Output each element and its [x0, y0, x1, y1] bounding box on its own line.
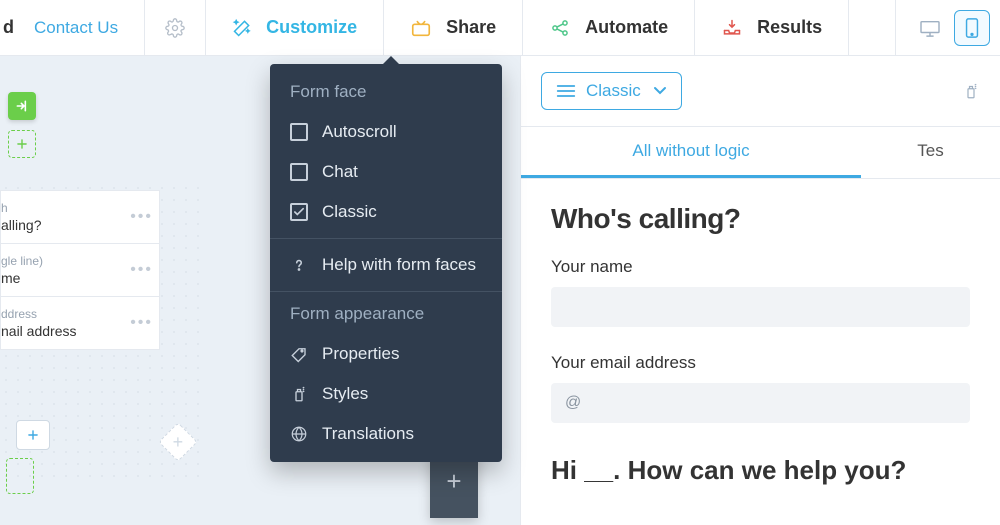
- form-name-truncated: d: [0, 17, 18, 38]
- help-icon: [290, 256, 308, 274]
- block-card[interactable]: h alling? •••: [0, 190, 160, 244]
- tab-customize[interactable]: Customize: [206, 0, 384, 55]
- form-subheading: Hi __. How can we help you?: [551, 455, 970, 486]
- broadcast-icon: [410, 18, 432, 38]
- add-branch-button[interactable]: +: [158, 422, 198, 462]
- form-heading: Who's calling?: [551, 203, 970, 235]
- dropdown-item-label: Translations: [322, 424, 414, 444]
- add-node-button-2[interactable]: [6, 458, 34, 494]
- dropdown-item-label: Autoscroll: [322, 122, 397, 142]
- tab-share-label: Share: [446, 17, 496, 38]
- dropdown-item-label: Classic: [322, 202, 377, 222]
- checkbox-checked-icon: [290, 203, 308, 221]
- dropdown-item-properties[interactable]: Properties: [270, 334, 502, 374]
- block-menu-icon[interactable]: •••: [130, 314, 153, 332]
- dropdown-item-translations[interactable]: Translations: [270, 414, 502, 454]
- tab-automate-label: Automate: [585, 17, 668, 38]
- mode-dropdown-button[interactable]: Classic: [541, 72, 682, 110]
- block-type: ddress: [1, 307, 151, 321]
- email-input[interactable]: [551, 383, 970, 423]
- preview-pane: Classic All without logic Tes Who's call…: [520, 56, 1000, 525]
- builder-canvas: h alling? ••• gle line) me ••• ddress na…: [0, 56, 180, 525]
- form-preview: Who's calling? Your name Your email addr…: [521, 179, 1000, 486]
- add-block-button[interactable]: [16, 420, 50, 450]
- block-list: h alling? ••• gle line) me ••• ddress na…: [0, 190, 160, 350]
- block-label: nail address: [1, 323, 151, 339]
- block-menu-icon[interactable]: •••: [130, 261, 153, 279]
- dropdown-item-label: Help with form faces: [322, 255, 476, 275]
- tab-customize-label: Customize: [266, 17, 357, 38]
- add-node-button[interactable]: [8, 130, 36, 158]
- nodes-icon: [549, 18, 571, 38]
- chevron-down-icon: [653, 86, 667, 96]
- tab-share[interactable]: Share: [384, 0, 523, 55]
- block-type: gle line): [1, 254, 151, 268]
- name-input[interactable]: [551, 287, 970, 327]
- dropdown-divider: [270, 291, 502, 292]
- device-preview-group: [895, 0, 1000, 55]
- block-menu-icon[interactable]: •••: [130, 208, 153, 226]
- tab-results[interactable]: Results: [695, 0, 849, 55]
- block-card[interactable]: gle line) me •••: [0, 244, 160, 297]
- preview-tab-test[interactable]: Tes: [861, 127, 1000, 178]
- wand-icon: [232, 18, 252, 38]
- mode-label: Classic: [586, 81, 641, 101]
- gear-icon: [165, 18, 185, 38]
- dropdown-divider: [270, 238, 502, 239]
- block-label: alling?: [1, 217, 151, 233]
- start-node[interactable]: [8, 92, 36, 120]
- settings-button[interactable]: [145, 0, 206, 55]
- device-mobile-button[interactable]: [954, 10, 990, 46]
- block-label: me: [1, 270, 151, 286]
- dropdown-item-styles[interactable]: Styles: [270, 374, 502, 414]
- checkbox-icon: [290, 123, 308, 141]
- dropdown-section-appearance: Form appearance: [270, 298, 502, 334]
- plus-icon: +: [446, 466, 461, 497]
- dropdown-item-autoscroll[interactable]: Autoscroll: [270, 112, 502, 152]
- dropdown-item-chat[interactable]: Chat: [270, 152, 502, 192]
- tab-results-label: Results: [757, 17, 822, 38]
- dropdown-item-label: Properties: [322, 344, 399, 364]
- dropdown-item-label: Chat: [322, 162, 358, 182]
- inbox-icon: [721, 18, 743, 38]
- dropdown-item-classic[interactable]: Classic: [270, 192, 502, 232]
- spray-icon: [290, 385, 308, 403]
- tab-automate[interactable]: Automate: [523, 0, 695, 55]
- dropdown-section-form-face: Form face: [270, 76, 502, 112]
- style-button[interactable]: [962, 81, 980, 101]
- topbar: d Contact Us Customize Share Automate Re…: [0, 0, 1000, 56]
- block-card[interactable]: ddress nail address •••: [0, 297, 160, 350]
- topbar-left: d Contact Us: [0, 0, 145, 55]
- field-label-email: Your email address: [551, 353, 970, 373]
- dropdown-item-help[interactable]: Help with form faces: [270, 245, 502, 285]
- globe-icon: [290, 425, 308, 443]
- form-name-contact[interactable]: Contact Us: [18, 18, 144, 38]
- block-type: h: [1, 201, 151, 215]
- plus-icon: +: [173, 431, 184, 452]
- preview-tabs: All without logic Tes: [521, 127, 1000, 179]
- customize-dropdown: Form face Autoscroll Chat Classic Help w…: [270, 64, 502, 462]
- dropdown-item-label: Styles: [322, 384, 368, 404]
- field-label-name: Your name: [551, 257, 970, 277]
- device-desktop-button[interactable]: [912, 10, 948, 46]
- preview-tab-all[interactable]: All without logic: [521, 127, 861, 178]
- tag-icon: [290, 345, 308, 363]
- preview-toolbar: Classic: [521, 56, 1000, 127]
- checkbox-icon: [290, 163, 308, 181]
- lines-icon: [556, 84, 576, 98]
